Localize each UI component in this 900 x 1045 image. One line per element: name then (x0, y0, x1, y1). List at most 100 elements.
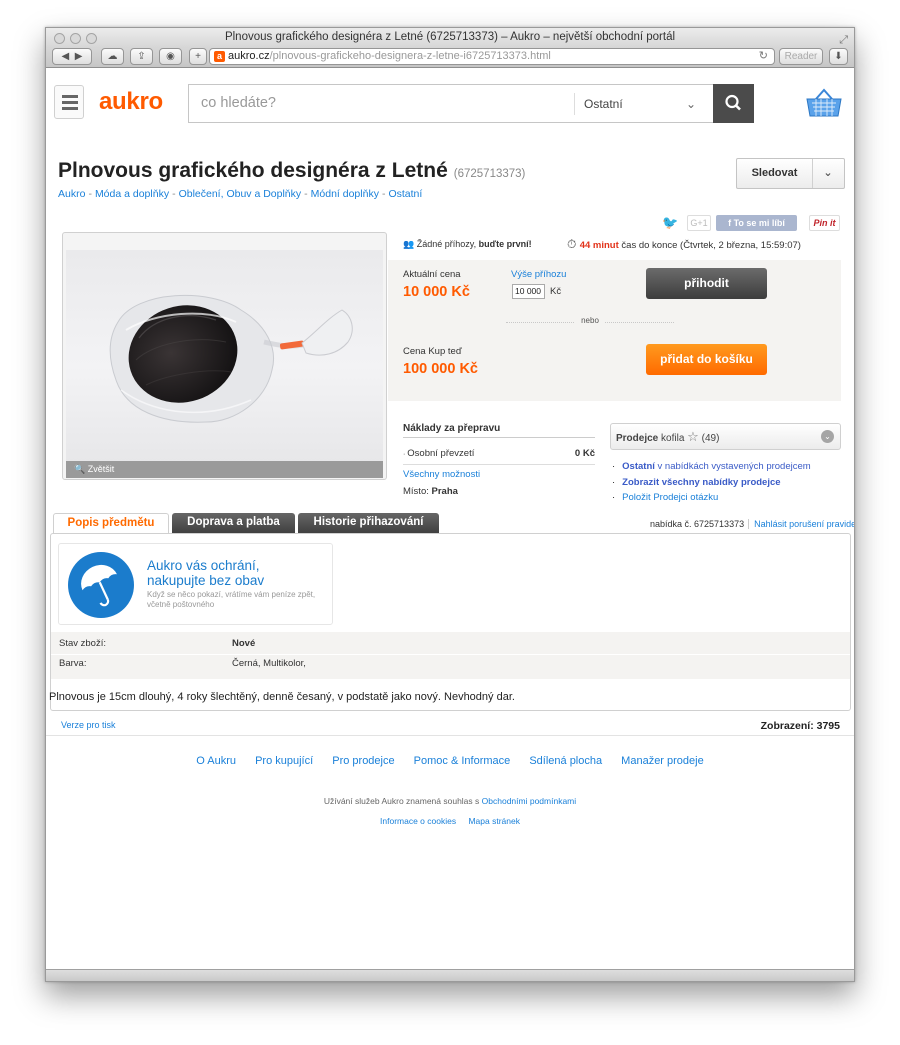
reader-button[interactable]: Reader (779, 48, 823, 65)
seller-dropdown[interactable]: Prodejce kofila ☆ (49) ⌄ (610, 423, 841, 450)
all-shipping-options-link[interactable]: Všechny možnosti (403, 469, 480, 480)
footer-link-about[interactable]: O Aukru (196, 755, 236, 767)
footer-link-sellers[interactable]: Pro prodejce (332, 755, 394, 767)
gplus-button[interactable]: G+1 (687, 215, 711, 231)
aukro-logo[interactable]: aukro (99, 88, 163, 116)
print-version-link[interactable]: Verze pro tisk (61, 720, 116, 730)
facebook-like-button[interactable]: f To se mi líbí (716, 215, 797, 231)
seller-label: Prodejce (616, 433, 659, 444)
breadcrumb-ostatni[interactable]: Ostatní (388, 188, 422, 200)
star-icon: ☆ (687, 429, 699, 444)
zoom-window-button[interactable] (86, 33, 97, 44)
extension-icon[interactable]: ◉ (159, 48, 182, 65)
breadcrumb: Aukro - Móda a doplňky - Oblečení, Obuv a Do… (58, 188, 423, 200)
report-violation-link[interactable]: Nahlásit porušení pravidel (748, 519, 854, 529)
buyer-protection-banner[interactable]: Aukro vás ochrání, nakupujte bez obav Kdy… (58, 543, 333, 625)
add-to-cart-button[interactable]: přidat do košíku (646, 344, 767, 375)
param-color-label: Barva: (59, 658, 87, 669)
search-input[interactable]: co hledáte? (201, 95, 276, 111)
or-divider: nebo (506, 316, 674, 328)
footer-nav: O Aukru Pro kupující Pro prodejce Pomoc … (46, 755, 854, 767)
minimize-window-button[interactable] (70, 33, 81, 44)
bid-button[interactable]: přihodit (646, 268, 767, 299)
category-value: Ostatní (584, 97, 623, 111)
search-button[interactable] (713, 84, 754, 123)
tab-shipping-payment[interactable]: Doprava a platba (172, 513, 295, 533)
no-bids-text: Žádné příhozy, (416, 239, 477, 249)
menu-hamburger-icon[interactable] (54, 85, 84, 119)
seller-rating: (49) (701, 433, 720, 444)
footer-link-help[interactable]: Pomoc & Informace (414, 755, 511, 767)
close-window-button[interactable] (54, 33, 65, 44)
shipping-heading: Náklady za přepravu (403, 423, 595, 438)
zoom-bar[interactable]: 🔍 Zvětšit (66, 461, 383, 478)
new-tab-button[interactable]: + (189, 48, 207, 65)
shipping-row: · Osobní převzetí 0 Kč (403, 448, 595, 459)
param-color-value: Černá, Multikolor, (232, 658, 306, 669)
breadcrumb-moda[interactable]: Móda a doplňky (95, 188, 169, 200)
cookies-link[interactable]: Informace o cookies (380, 816, 456, 826)
terms-link[interactable]: Obchodními podmínkami (482, 796, 577, 806)
breadcrumb-modni-doplnky[interactable]: Módní doplňky (311, 188, 379, 200)
back-forward-button[interactable]: ◀ ▶ (52, 48, 92, 65)
footer-link-buyers[interactable]: Pro kupující (255, 755, 313, 767)
chevron-down-icon: ⌄ (821, 430, 834, 443)
protection-line-2: nakupujte bez obav (147, 573, 265, 588)
tab-bid-history[interactable]: Historie přihazování (298, 513, 439, 533)
pinterest-button[interactable]: Pin it (809, 215, 840, 231)
item-id: (6725713373) (453, 168, 526, 180)
icloud-icon[interactable]: ☁ (101, 48, 124, 65)
protection-note: Když se něco pokazí, vrátíme vám peníze … (147, 590, 315, 610)
place-label: Místo: (403, 486, 429, 497)
legal-notice: Užívání služeb Aukro znamená souhlas s O… (46, 796, 854, 806)
footer-link-sales-manager[interactable]: Manažer prodeje (621, 755, 704, 767)
zoom-label: Zvětšit (87, 464, 115, 474)
time-left: 44 minut (579, 240, 619, 251)
window-title: Plnovous grafického designéra z Letné (6… (224, 31, 676, 43)
seller-name: kofila (661, 433, 685, 444)
item-parameters: Stav zboží: Nové Barva: Černá, Multikolo… (51, 632, 850, 679)
seller-other-link[interactable]: Ostatní (622, 461, 655, 472)
category-select[interactable]: Ostatní ⌄ (574, 93, 704, 115)
twitter-icon[interactable]: 🐦 (662, 215, 678, 231)
shipping-price: 0 Kč (574, 448, 595, 459)
protection-line-1: Aukro vás ochrání, (147, 558, 260, 573)
follow-dropdown: Sledovat ⌄ (736, 158, 845, 189)
protection-small-2: včetně poštovného (147, 600, 215, 609)
bid-amount-input[interactable]: 10 000 (512, 284, 545, 299)
page-title: Plnovous grafického designéra z Letné (67… (58, 159, 525, 183)
basket-icon[interactable] (806, 87, 842, 124)
footer-link-shared[interactable]: Sdílená plocha (529, 755, 602, 767)
place-value: Praha (431, 486, 458, 497)
param-condition-label: Stav zboží: (59, 638, 106, 649)
search-icon (725, 94, 741, 111)
buy-now-label: Cena Kup teď (403, 346, 462, 357)
breadcrumb-aukro[interactable]: Aukro (58, 188, 85, 200)
ask-seller-link[interactable]: Položit Prodejci otázku (622, 492, 718, 503)
share-icon[interactable]: ⇪ (130, 48, 153, 65)
bidders-icon: 👥 (403, 239, 417, 249)
shipping-method: Osobní převzetí (407, 448, 475, 459)
address-bar[interactable]: a aukro.cz/plnovous-grafickeho-designera… (209, 48, 775, 65)
breadcrumb-obleceni[interactable]: Oblečení, Obuv a Doplňky (179, 188, 302, 200)
or-text: nebo (575, 316, 605, 325)
download-icon[interactable]: ⬇ (829, 48, 848, 65)
view-count: Zobrazení: 3795 (760, 720, 840, 732)
auction-timer: ⏱ 44 minut čas do konce (Čtvrtek, 2 břez… (567, 237, 801, 252)
tab-description[interactable]: Popis předmětu (53, 513, 169, 533)
follow-button[interactable]: Sledovat (737, 159, 813, 188)
reload-icon[interactable]: ↻ (759, 49, 768, 64)
seller-all-offers-link[interactable]: Zobrazit všechny nabídky prodejce (622, 477, 780, 488)
like-label: To se mi líbí (733, 218, 785, 228)
chevron-down-icon[interactable]: ⌄ (813, 159, 843, 188)
bid-amount-label[interactable]: Výše příhozu (511, 269, 566, 280)
item-gallery: 🔍 Zvětšit (62, 232, 387, 480)
item-photo[interactable] (66, 250, 383, 462)
description-panel: Aukro vás ochrání, nakupujte bez obav Kdy… (49, 533, 851, 711)
window-titlebar: Plnovous grafického designéra z Letné (6… (46, 28, 854, 47)
time-suffix: čas do konce (Čtvrtek, 2 března, 15:59:0… (621, 240, 801, 251)
sitemap-link[interactable]: Mapa stránek (468, 816, 520, 826)
magnifier-icon: 🔍 (74, 464, 88, 474)
current-price: 10 000 Kč (403, 284, 470, 300)
shipping-section: Náklady za přepravu · Osobní převzetí 0 K… (403, 423, 595, 497)
